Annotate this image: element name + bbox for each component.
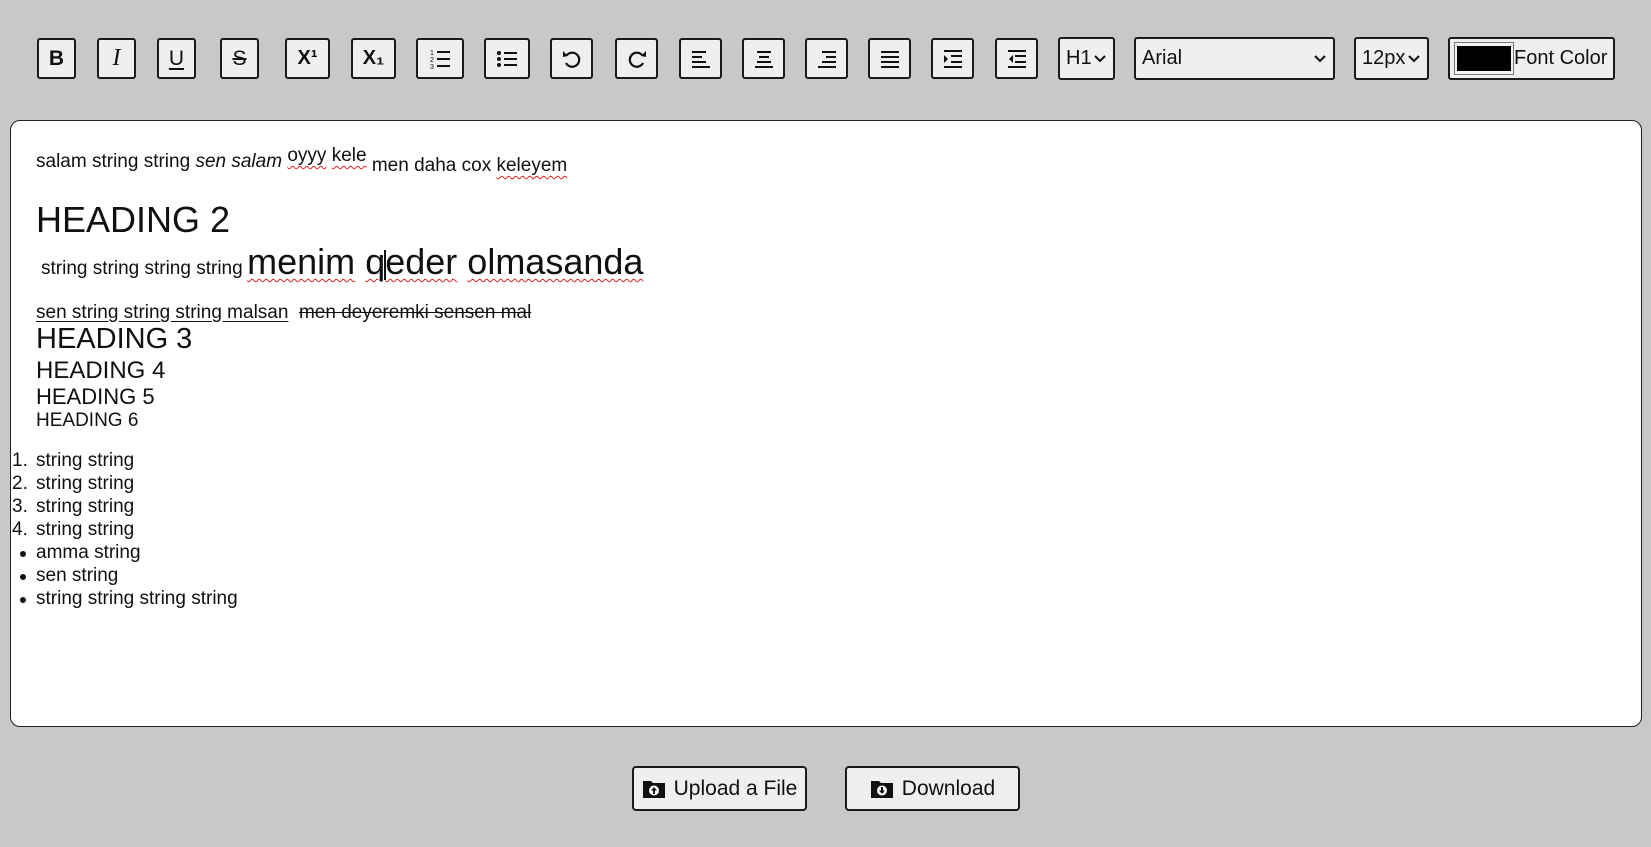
align-center-icon xyxy=(754,50,773,68)
font-size-select[interactable]: 12px xyxy=(1354,37,1429,80)
align-justify-button[interactable] xyxy=(868,38,911,79)
list-item: amma string xyxy=(36,542,141,563)
color-swatch xyxy=(1457,46,1511,71)
subscript-label: X₁ xyxy=(362,47,385,69)
align-right-button[interactable] xyxy=(805,38,848,79)
list-number: 2. xyxy=(12,473,28,494)
svg-text:1: 1 xyxy=(430,50,434,57)
folder-download-icon xyxy=(870,780,893,798)
align-right-icon xyxy=(817,50,836,68)
ordered-list-button[interactable]: 1 2 3 xyxy=(416,38,464,79)
ordered-list-icon: 1 2 3 xyxy=(430,50,450,70)
subscript-button[interactable]: X₁ xyxy=(351,38,396,79)
bold-label: B xyxy=(48,46,65,70)
italic-text: sen salam xyxy=(195,151,283,172)
list-item: string string xyxy=(36,496,135,517)
upload-file-button[interactable]: Upload a File xyxy=(632,766,807,811)
align-center-button[interactable] xyxy=(742,38,785,79)
heading-6: HEADING 6 xyxy=(36,410,139,431)
underlined-text: string xyxy=(123,302,176,323)
misspelled-word: olmasanda xyxy=(467,241,644,282)
list-item: sen string xyxy=(36,565,119,586)
underlined-text: string xyxy=(175,302,228,323)
bold-button[interactable]: B xyxy=(37,38,76,79)
heading-select-value: H1 xyxy=(1066,47,1092,69)
list-number: 4. xyxy=(12,519,28,540)
underlined-text: string xyxy=(71,302,124,323)
outdent-icon xyxy=(1007,49,1026,68)
download-button[interactable]: Download xyxy=(845,766,1020,811)
italic-label: I xyxy=(112,45,121,71)
strikethrough-button[interactable]: S xyxy=(220,38,259,79)
list-item: string string string string xyxy=(36,588,238,609)
unordered-list-icon xyxy=(497,50,517,67)
chevron-down-icon xyxy=(1314,54,1326,62)
folder-upload-icon xyxy=(642,780,665,798)
italic-button[interactable]: I xyxy=(97,38,136,79)
undo-button[interactable] xyxy=(550,38,593,79)
undo-icon xyxy=(562,50,580,68)
indent-button[interactable] xyxy=(931,38,974,79)
upload-file-label: Upload a File xyxy=(673,776,798,800)
redo-icon xyxy=(628,50,646,68)
misspelled-word: kele xyxy=(331,145,367,166)
text-run: eder xyxy=(385,241,458,282)
bullet-icon xyxy=(20,551,26,557)
svg-text:2: 2 xyxy=(430,57,434,64)
font-family-select-value: Arial xyxy=(1142,47,1183,69)
paragraph-line-1: salam string string sen salam oyyy kele … xyxy=(36,145,568,176)
heading-select[interactable]: H1 xyxy=(1058,37,1115,80)
svg-text:3: 3 xyxy=(430,64,434,70)
misspelled-word: menim xyxy=(247,241,356,282)
list-item: string string xyxy=(36,450,135,471)
color-swatch-frame xyxy=(1454,42,1514,75)
font-family-select[interactable]: Arial xyxy=(1134,37,1335,80)
text-editor-area[interactable]: salam string string sen salam oyyy kele … xyxy=(10,120,1642,727)
align-justify-icon xyxy=(880,50,899,68)
chevron-down-icon xyxy=(1408,54,1420,62)
font-size-select-value: 12px xyxy=(1362,47,1406,69)
redo-button[interactable] xyxy=(615,38,658,79)
strikethrough-text: men deyeremki sensen mal xyxy=(298,302,532,323)
heading-2: HEADING 2 xyxy=(36,199,231,240)
download-label: Download xyxy=(901,776,996,800)
chevron-down-icon xyxy=(1094,54,1106,62)
outdent-button[interactable] xyxy=(995,38,1038,79)
misspelled-word: oyyy xyxy=(287,145,327,166)
list-number: 3. xyxy=(12,496,28,517)
underline-button[interactable]: U xyxy=(157,38,196,79)
font-color-picker[interactable]: Font Color xyxy=(1448,37,1615,80)
superscript-button[interactable]: X¹ xyxy=(285,38,330,79)
superscript-label: X¹ xyxy=(297,47,318,69)
underline-label: U xyxy=(168,46,185,70)
bullet-icon xyxy=(20,597,26,603)
text-run: q xyxy=(365,241,386,282)
heading-3: HEADING 3 xyxy=(36,323,193,355)
font-color-label: Font Color xyxy=(1514,47,1608,69)
heading-4: HEADING 4 xyxy=(36,357,166,384)
list-item: string string xyxy=(36,519,135,540)
editor-toolbar: B I U S X¹ X₁ 1 2 3 H1 Arial 12px Font C… xyxy=(0,0,1651,120)
paragraph-line-4: sen string string string malsan men deye… xyxy=(36,302,531,324)
align-left-icon xyxy=(691,50,710,68)
list-item: string string xyxy=(36,473,135,494)
indent-icon xyxy=(943,49,962,68)
paragraph-line-3: string string string string menim qeder … xyxy=(41,241,643,283)
align-left-button[interactable] xyxy=(679,38,722,79)
unordered-list-button[interactable] xyxy=(484,38,530,79)
text-run: men daha cox xyxy=(366,155,497,176)
strikethrough-label: S xyxy=(232,46,247,70)
misspelled-word: keleyem xyxy=(496,155,568,176)
list-number: 1. xyxy=(12,450,28,471)
text-run: salam string string xyxy=(36,151,196,172)
underlined-text: malsan xyxy=(227,302,289,323)
underlined-text: sen xyxy=(36,302,72,323)
heading-5: HEADING 5 xyxy=(36,384,155,409)
misspelled-word: qeder xyxy=(365,241,457,282)
text-run: string string string string xyxy=(41,258,243,279)
bullet-icon xyxy=(20,574,26,580)
